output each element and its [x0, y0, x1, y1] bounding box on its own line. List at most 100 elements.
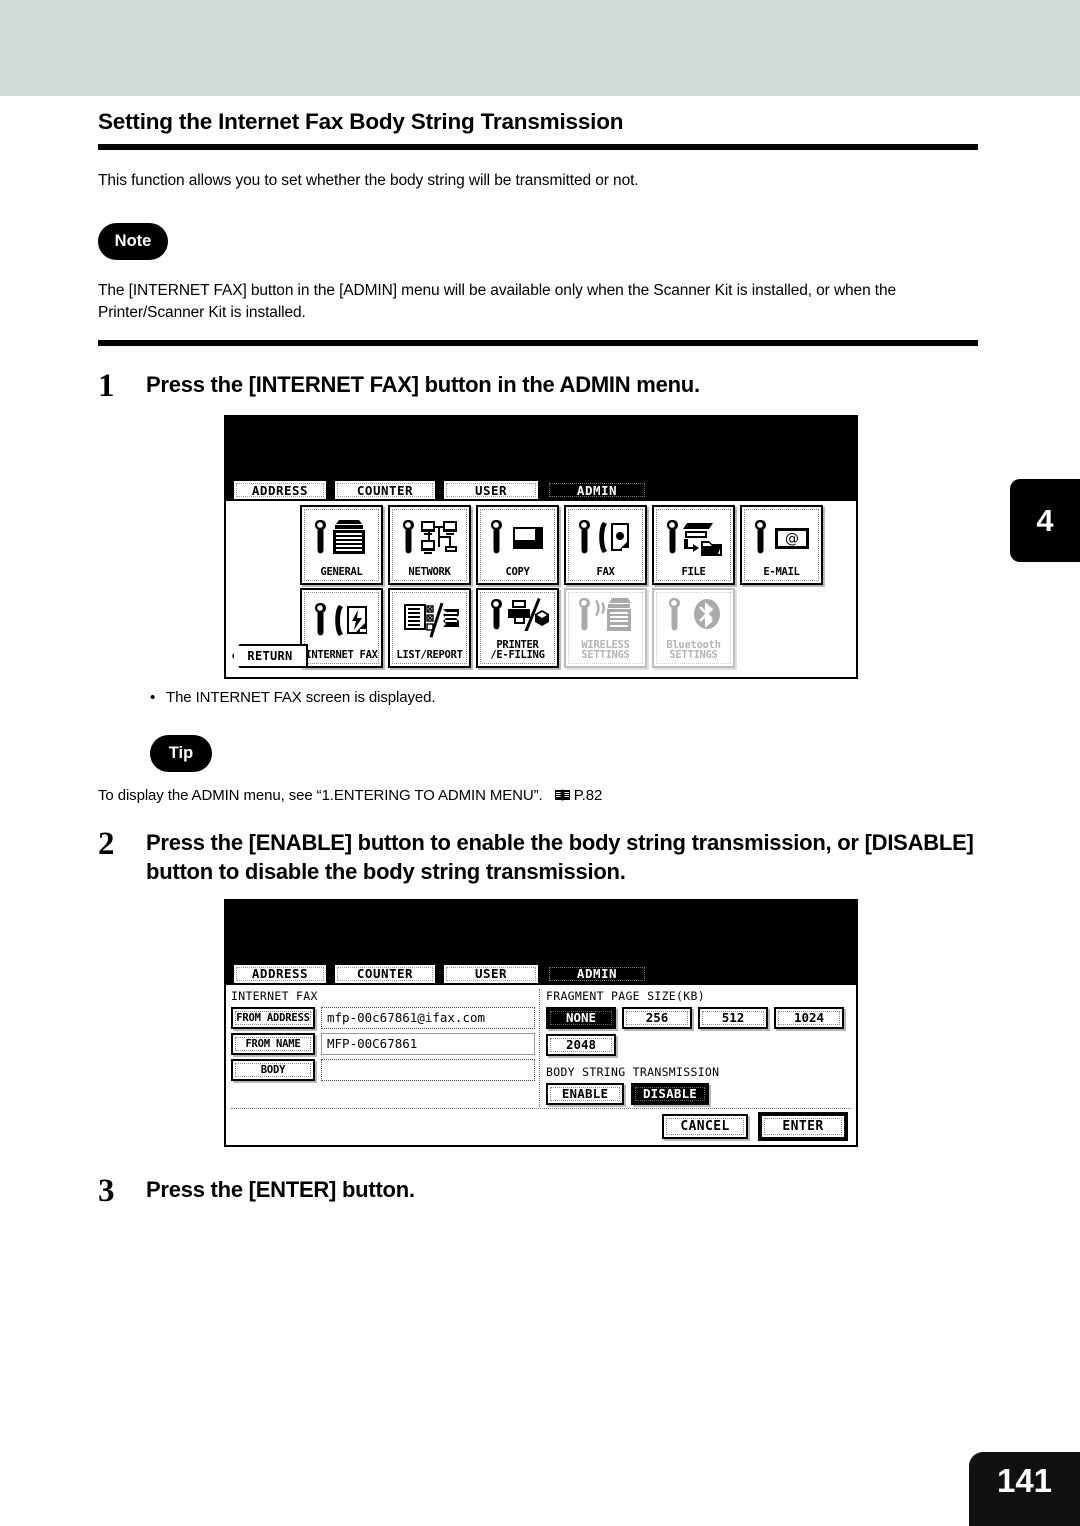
return-button[interactable]: RETURN [232, 644, 308, 668]
svg-text:@: @ [785, 531, 799, 547]
enable-button[interactable]: ENABLE [546, 1082, 624, 1105]
admin-button-file-label: FILE [681, 566, 706, 579]
wrench-wireless-icon [566, 590, 645, 640]
admin-button-printer-efiling[interactable]: PRINTER /E-FILING [476, 588, 559, 668]
tab-admin-2-label: ADMIN [576, 966, 618, 981]
disable-button[interactable]: DISABLE [631, 1082, 709, 1105]
cancel-button[interactable]: CANCEL [662, 1113, 748, 1139]
tip-reference: P.82 [573, 787, 603, 804]
fragment-page-size-options: NONE 256 512 1024 2048 [546, 1006, 854, 1061]
panel-divider-vertical [539, 988, 540, 1107]
fragment-option-256[interactable]: 256 [622, 1006, 692, 1029]
tab-counter-label: COUNTER [356, 482, 414, 498]
return-button-label: RETURN [247, 649, 293, 663]
wrench-email-icon: @ [742, 507, 821, 567]
step-1: 1 Press the [INTERNET FAX] button in the… [98, 368, 978, 403]
tip-badge: Tip [150, 735, 212, 772]
from-name-row: FROM NAME MFP-00C67861 [231, 1032, 535, 1055]
page-content: Setting the Internet Fax Body String Tra… [98, 108, 978, 1208]
tab-admin[interactable]: ADMIN [545, 479, 649, 501]
admin-button-bluetooth-settings-label: Bluetooth SETTINGS [666, 638, 721, 662]
admin-button-copy[interactable]: COPY [476, 505, 559, 585]
step-3-text: Press the [ENTER] button. [146, 1176, 415, 1202]
note-paragraph: The [INTERNET FAX] button in the [ADMIN]… [98, 282, 897, 321]
admin-button-bluetooth-settings[interactable]: Bluetooth SETTINGS [652, 588, 735, 668]
admin-button-network[interactable]: NETWORK [388, 505, 471, 585]
tab-user-2-label: USER [474, 966, 508, 981]
lcd-status-area-2 [226, 900, 856, 959]
tab-user[interactable]: USER [442, 479, 540, 501]
tab-address-label: ADDRESS [251, 482, 309, 498]
admin-button-wireless-settings[interactable]: WIRELESS SETTINGS [564, 588, 647, 668]
ifax-body: INTERNET FAX FROM ADDRESS mfp-00c67861@i… [226, 984, 856, 1145]
tip-paragraph: To display the ADMIN menu, see “1.ENTERI… [98, 787, 978, 804]
book-reference-icon [554, 789, 570, 801]
tab-user-2[interactable]: USER [442, 962, 540, 985]
from-name-value[interactable]: MFP-00C67861 [321, 1032, 535, 1055]
admin-menu-body: GENERAL NETWORK COPY FAX FILE @ E-MAIL I… [226, 501, 856, 677]
admin-button-general[interactable]: GENERAL [300, 505, 383, 585]
ifax-right-column: FRAGMENT PAGE SIZE(KB) NONE 256 512 1024… [546, 989, 854, 1105]
fragment-option-none[interactable]: NONE [546, 1006, 616, 1029]
admin-button-general-label: GENERAL [320, 566, 363, 579]
body-string-transmission-label: BODY STRING TRANSMISSION [546, 1064, 720, 1079]
note-badge: Note [98, 223, 168, 260]
from-address-row: FROM ADDRESS mfp-00c67861@ifax.com [231, 1006, 535, 1029]
body-button[interactable]: BODY [231, 1058, 315, 1081]
body-value[interactable] [321, 1058, 535, 1081]
wrench-copy-icon [478, 507, 557, 567]
ifax-footer-buttons: CANCEL ENTER [654, 1113, 846, 1139]
section-rule [98, 340, 978, 346]
title-rule [98, 144, 978, 150]
wrench-internet-fax-icon [302, 590, 381, 650]
wrench-fax-icon [566, 507, 645, 567]
step-1-result: • The INTERNET FAX screen is displayed. [150, 689, 978, 706]
admin-tab-row: ADDRESS COUNTER USER ADMIN [226, 475, 856, 501]
internet-fax-screenshot: ADDRESS COUNTER USER ADMIN INTERNET FAX … [224, 898, 858, 1147]
from-address-button[interactable]: FROM ADDRESS [231, 1006, 315, 1029]
step-2-number: 2 [98, 826, 115, 862]
step-2: 2 Press the [ENABLE] button to enable th… [98, 826, 978, 887]
tab-counter-2[interactable]: COUNTER [333, 962, 437, 985]
admin-button-fax[interactable]: FAX [564, 505, 647, 585]
step-1-text: Press the [INTERNET FAX] button in the A… [146, 372, 700, 397]
admin-button-list-report[interactable]: LIST/REPORT [388, 588, 471, 668]
tab-counter-2-label: COUNTER [356, 966, 414, 981]
wrench-printer-efiling-icon [478, 590, 557, 640]
tab-address-2[interactable]: ADDRESS [232, 962, 328, 985]
tab-counter[interactable]: COUNTER [333, 479, 437, 501]
admin-menu-screenshot: ADDRESS COUNTER USER ADMIN GENERAL NETWO… [224, 415, 858, 679]
enter-button[interactable]: ENTER [760, 1113, 846, 1139]
admin-icon-row-1: GENERAL NETWORK COPY FAX FILE @ E-MAIL [300, 505, 852, 588]
from-address-value[interactable]: mfp-00c67861@ifax.com [321, 1006, 535, 1029]
tab-address[interactable]: ADDRESS [232, 479, 328, 501]
page-number-tab: 141 [969, 1452, 1080, 1526]
page-header-band [0, 0, 1080, 96]
from-name-button[interactable]: FROM NAME [231, 1032, 315, 1055]
body-row: BODY [231, 1058, 535, 1081]
panel-divider-horizontal [231, 1107, 851, 1109]
tab-admin-label: ADMIN [576, 482, 618, 498]
admin-button-internet-fax[interactable]: INTERNET FAX [300, 588, 383, 668]
tip-text: To display the ADMIN menu, see “1.ENTERI… [98, 787, 543, 804]
admin-button-copy-label: COPY [505, 566, 530, 579]
step-3: 3 Press the [ENTER] button. [98, 1173, 978, 1208]
admin-button-fax-label: FAX [596, 566, 615, 579]
admin-button-email[interactable]: @ E-MAIL [740, 505, 823, 585]
fragment-option-512[interactable]: 512 [698, 1006, 768, 1029]
step-2-text: Press the [ENABLE] button to enable the … [146, 830, 974, 885]
wrench-copier-icon [302, 507, 381, 567]
ifax-left-column: INTERNET FAX FROM ADDRESS mfp-00c67861@i… [231, 989, 535, 1085]
page-title: Setting the Internet Fax Body String Tra… [98, 109, 624, 134]
tab-admin-2[interactable]: ADMIN [545, 962, 649, 985]
fragment-option-1024[interactable]: 1024 [774, 1006, 844, 1029]
admin-button-file[interactable]: FILE [652, 505, 735, 585]
step-1-result-text: The INTERNET FAX screen is displayed. [166, 689, 436, 706]
admin-button-network-label: NETWORK [408, 566, 451, 579]
chapter-tab: 4 [1010, 479, 1080, 562]
list-report-icon [390, 590, 469, 650]
admin-button-wireless-settings-label: WIRELESS SETTINGS [581, 638, 630, 662]
body-string-transmission-options: ENABLE DISABLE [546, 1082, 854, 1105]
ifax-section-title: INTERNET FAX [231, 988, 318, 1003]
fragment-option-2048[interactable]: 2048 [546, 1033, 616, 1056]
